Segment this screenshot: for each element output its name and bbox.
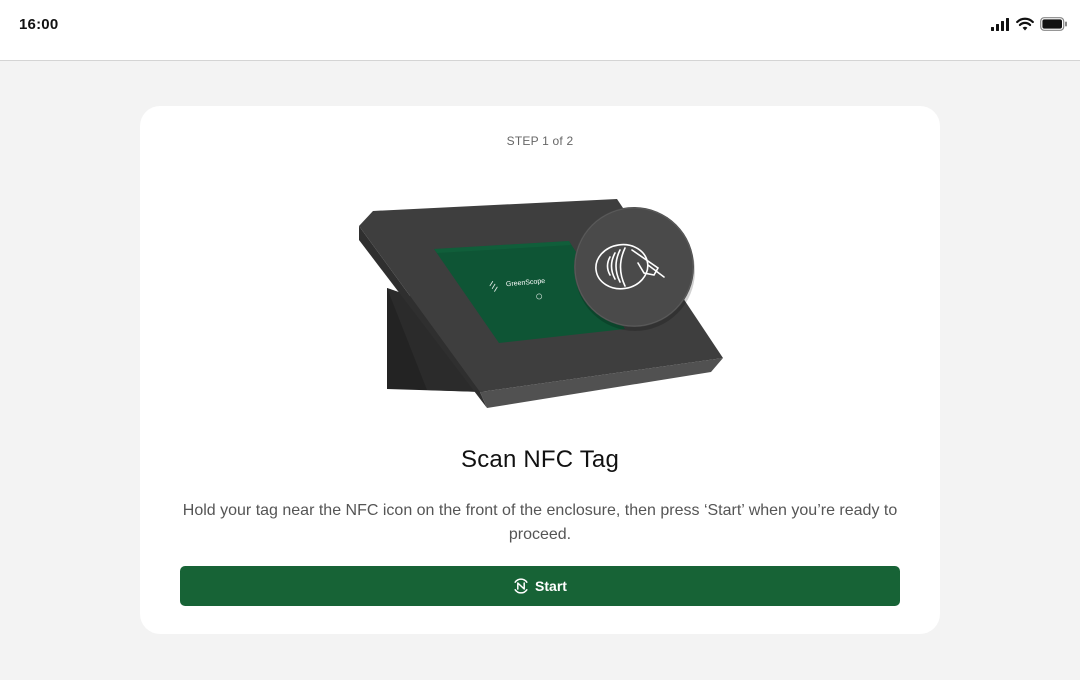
start-button[interactable]: Start <box>180 566 900 606</box>
cellular-signal-icon <box>990 17 1010 31</box>
status-icons <box>990 16 1068 32</box>
nfc-icon <box>513 578 529 594</box>
step-indicator: STEP 1 of 2 <box>506 134 574 148</box>
wifi-icon <box>1016 17 1034 31</box>
page-title: Scan NFC Tag <box>460 446 620 473</box>
content-area: STEP 1 of 2 GreenScope Scan NFC Tag Hold… <box>0 61 1080 680</box>
nfc-setup-card: STEP 1 of 2 GreenScope Scan NFC Tag Hold… <box>140 106 940 634</box>
instruction-text: Hold your tag near the NFC icon on the f… <box>182 502 898 543</box>
enclosure-illustration: GreenScope <box>355 198 725 408</box>
battery-icon <box>1040 17 1068 31</box>
nfc-badge <box>574 207 695 331</box>
start-button-label: Start <box>535 578 567 594</box>
status-time: 16:00 <box>19 16 59 33</box>
status-bar: 16:00 <box>0 0 1080 61</box>
